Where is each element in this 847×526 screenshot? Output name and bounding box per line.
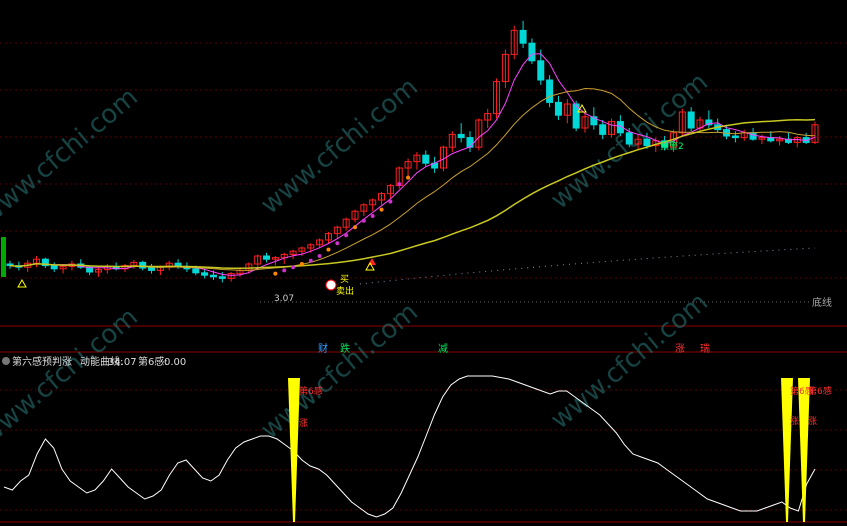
signal-label: 涨 bbox=[299, 418, 308, 429]
signal-dot bbox=[326, 247, 331, 252]
bottom-tag: 涨 bbox=[675, 343, 685, 355]
signal-dot bbox=[282, 268, 287, 273]
signal-label: 涨 bbox=[790, 416, 799, 427]
sell-label: 卖出 bbox=[336, 285, 354, 297]
candle-body bbox=[519, 29, 527, 44]
signal-dot bbox=[361, 218, 366, 223]
candle-body bbox=[749, 132, 757, 140]
watermark: www.cfchi.com bbox=[0, 302, 144, 450]
candle-body bbox=[201, 272, 209, 276]
indicator-title: 第六感预判涨 bbox=[12, 355, 72, 368]
candle-body bbox=[599, 124, 607, 135]
side-bar bbox=[1, 237, 6, 277]
ma-long-line bbox=[9, 118, 816, 270]
signal-label: 涨 bbox=[808, 416, 817, 427]
signal-dot bbox=[397, 182, 402, 186]
settings-icon bbox=[2, 357, 10, 365]
signal-bar bbox=[288, 378, 300, 522]
signal-label: 第6感 bbox=[299, 385, 323, 397]
candle-body bbox=[537, 60, 545, 81]
signal-bar bbox=[781, 378, 793, 522]
candle-body bbox=[263, 255, 271, 260]
signal-dot bbox=[299, 262, 304, 266]
signal-dot bbox=[335, 241, 340, 246]
signal-dot bbox=[370, 214, 375, 218]
watermark: www.cfchi.com bbox=[545, 287, 714, 435]
watermark: www.cfchi.com bbox=[0, 82, 144, 230]
candle-body bbox=[218, 276, 226, 279]
buy-marker bbox=[325, 279, 337, 291]
signal-dot bbox=[291, 265, 296, 270]
candle-body bbox=[731, 135, 739, 139]
candle-body bbox=[466, 137, 474, 148]
ma-long-dotted bbox=[359, 247, 816, 285]
series-value: 34.07 bbox=[108, 357, 137, 368]
signal-value: 0.00 bbox=[164, 357, 186, 368]
candle-body bbox=[554, 101, 562, 116]
baseline-label: 底线 bbox=[812, 296, 832, 309]
bottom-tag: 跌 bbox=[340, 342, 350, 355]
candle-body bbox=[687, 111, 695, 129]
candle-body bbox=[643, 138, 651, 147]
candle-body bbox=[457, 133, 465, 139]
triangle-icon bbox=[17, 278, 27, 288]
signal-label: 第6感 bbox=[808, 385, 832, 397]
signal-dot bbox=[273, 271, 278, 276]
candle-body bbox=[528, 42, 536, 62]
candle-body bbox=[625, 132, 633, 145]
candle-body bbox=[148, 267, 156, 271]
signal-dot bbox=[353, 225, 357, 230]
candle-body bbox=[546, 79, 554, 103]
candle-body bbox=[192, 268, 200, 274]
signal-dot bbox=[344, 233, 349, 238]
price-chart: www.cfchi.com www.cfchi.com www.cfchi.com w… bbox=[0, 20, 847, 523]
chart-stage: www.cfchi.com www.cfchi.com www.cfchi.com w… bbox=[0, 0, 847, 526]
bottom-tag: 瑞 bbox=[700, 343, 710, 355]
candle-body bbox=[50, 265, 58, 270]
signal-dot bbox=[317, 254, 322, 258]
candle-body bbox=[209, 274, 217, 278]
signal-dot bbox=[308, 258, 313, 263]
watermark: www.cfchi.com bbox=[255, 72, 424, 220]
bottom-tag: 减 bbox=[438, 343, 448, 355]
signal-dot bbox=[379, 207, 384, 212]
signal-dot bbox=[388, 199, 393, 204]
low-price-label: 3.07 bbox=[274, 294, 294, 304]
signal-dot bbox=[406, 175, 411, 180]
bottom-tag: 财 bbox=[318, 342, 328, 355]
momentum-line bbox=[3, 375, 816, 518]
warning-label: 预警2 bbox=[660, 140, 684, 152]
buy-label: 买 bbox=[340, 274, 349, 285]
candle-body bbox=[422, 154, 430, 164]
watermark: www.cfchi.com bbox=[255, 297, 424, 445]
signal-bar bbox=[798, 378, 810, 522]
